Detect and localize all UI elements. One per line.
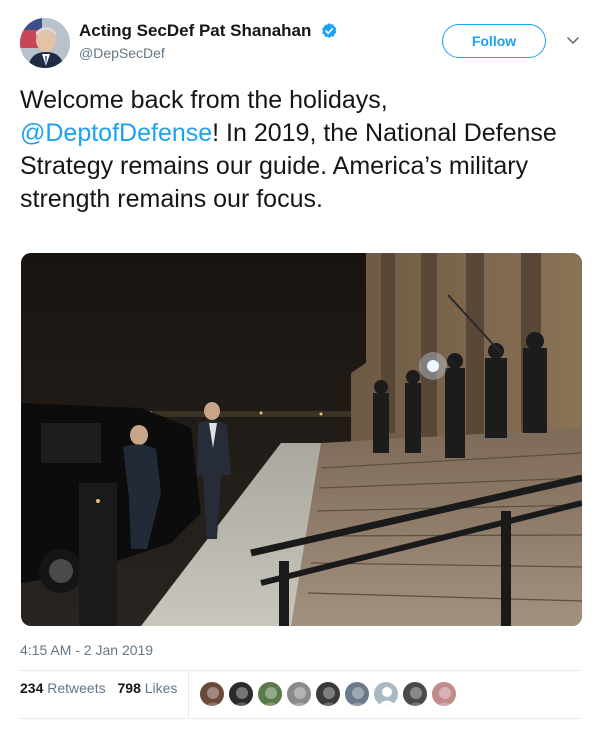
likes-label: Likes (144, 680, 178, 696)
liker-avatar-icon[interactable] (315, 681, 341, 707)
author-avatar[interactable] (20, 18, 70, 68)
mention-link[interactable]: @DeptofDefense (20, 119, 212, 147)
stats-divider (188, 672, 189, 718)
retweets-label: Retweets (47, 680, 106, 696)
chevron-down-icon[interactable] (565, 32, 581, 48)
liker-avatar-icon[interactable] (402, 681, 428, 707)
tweet-photo[interactable] (21, 253, 582, 626)
tweet-text-start: Welcome back from the holidays, (20, 86, 388, 114)
divider-top (20, 670, 581, 671)
photo-image (21, 253, 582, 626)
tweet-stats: 234 Retweets 798 Likes (20, 680, 185, 710)
retweets-count: 234 (20, 680, 44, 696)
tweet-header: Acting SecDef Pat Shanahan @DepSecDef Fo… (20, 18, 585, 72)
default-avatar-icon[interactable] (373, 681, 399, 707)
liker-avatar-icon[interactable] (199, 681, 225, 707)
divider-bottom (20, 718, 581, 719)
tweet-timestamp[interactable]: 4:15 AM - 2 Jan 2019 (20, 642, 153, 658)
tweet-text: Welcome back from the holidays, @DeptofD… (20, 84, 580, 216)
liker-avatar-icon[interactable] (286, 681, 312, 707)
author-name-block[interactable]: Acting SecDef Pat Shanahan @DepSecDef (79, 21, 338, 61)
likes-stat[interactable]: 798 Likes (118, 680, 178, 696)
liker-avatar-icon[interactable] (431, 681, 457, 707)
verified-badge-icon (321, 23, 337, 39)
likes-count: 798 (117, 680, 141, 696)
liker-avatar-icon[interactable] (344, 681, 370, 707)
liker-avatar-icon[interactable] (228, 681, 254, 707)
liker-avatar-icon[interactable] (257, 681, 283, 707)
profile-photo-icon (20, 18, 70, 68)
follow-button[interactable]: Follow (442, 24, 546, 58)
author-display-name[interactable]: Acting SecDef Pat Shanahan (79, 21, 311, 41)
author-handle[interactable]: @DepSecDef (79, 45, 338, 61)
retweets-stat[interactable]: 234 Retweets (20, 680, 106, 696)
